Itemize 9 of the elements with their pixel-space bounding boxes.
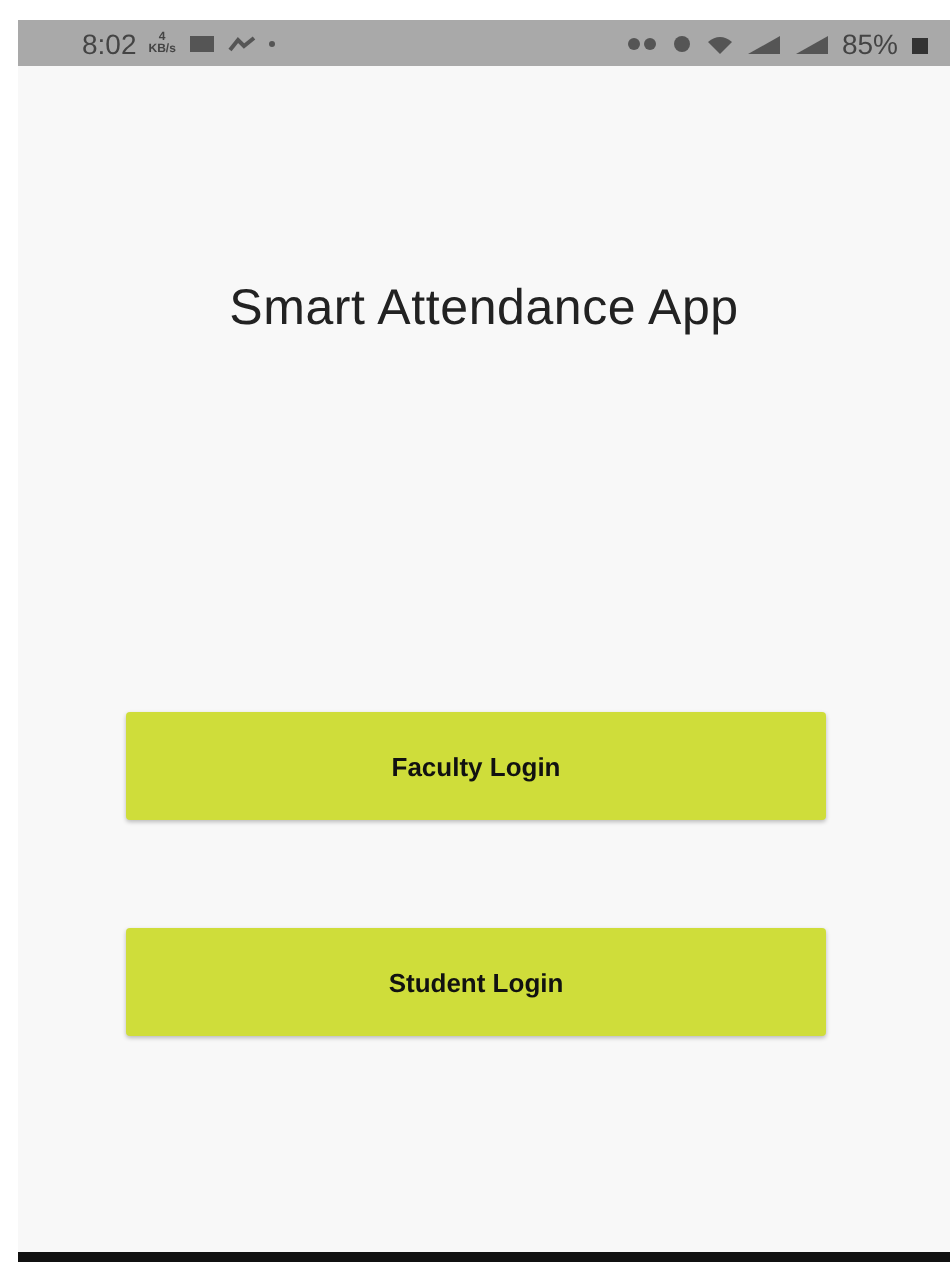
signal-icon — [793, 33, 830, 53]
app-title: Smart Attendance App — [227, 280, 741, 338]
login-button[interactable]: Faculty Login — [126, 712, 826, 820]
status-time: 8:02 — [82, 27, 137, 59]
signal-icon — [745, 33, 782, 53]
login-button[interactable]: Student Login — [126, 928, 826, 1036]
battery-percent: 85% — [841, 27, 898, 59]
battery-icon — [910, 33, 930, 53]
gallery-icon — [187, 33, 216, 53]
